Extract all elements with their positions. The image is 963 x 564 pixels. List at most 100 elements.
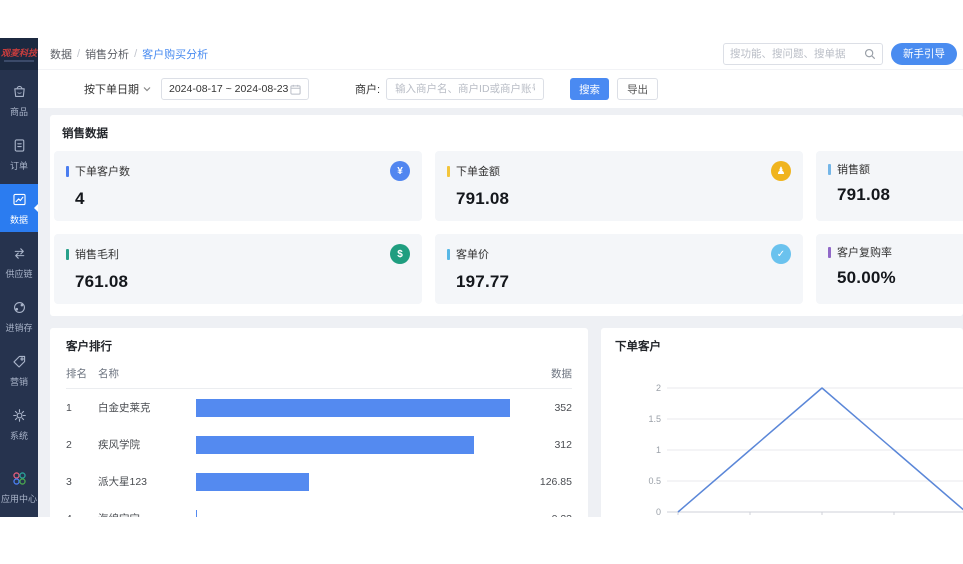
value-bar (196, 510, 197, 518)
ranking-row-2: 2 疾风学院 312 (66, 426, 572, 463)
guide-button[interactable]: 新手引导 (891, 43, 957, 65)
stat-label: 下单金额 (456, 163, 500, 179)
merchant-label: 商户: (355, 81, 380, 97)
breadcrumb-sales-analysis[interactable]: 销售分析 (85, 46, 129, 62)
ranking-row-4: 4 海绵宝宝 0.23 (66, 500, 572, 517)
date-range-picker[interactable]: 2024-08-17 ~ 2024-08-23 (161, 78, 309, 100)
stat-accent-bar (66, 249, 69, 260)
customer-value: 126.85 (510, 476, 572, 488)
gear-icon (11, 407, 28, 429)
export-button[interactable]: 导出 (617, 78, 658, 100)
customer-value: 312 (510, 439, 572, 451)
sidebar-item-gear[interactable]: 系统 (0, 400, 38, 448)
rank-number: 2 (66, 439, 98, 451)
content-area: 销售数据 下单客户数 ¥ 4 下单金额 ♟ 791.08 销售额 791.08 … (38, 108, 963, 517)
customer-ranking-title: 客户排行 (66, 338, 572, 354)
rank-number: 1 (66, 402, 98, 414)
sidebar-item-tag[interactable]: 营销 (0, 346, 38, 394)
doc-check-icon: ✓ (771, 244, 791, 264)
rank-number: 3 (66, 476, 98, 488)
date-type-dropdown[interactable]: 按下单日期 (84, 81, 151, 97)
stat-value: 761.08 (75, 272, 410, 292)
stat-accent-bar (828, 164, 831, 175)
chevron-down-icon (143, 86, 151, 92)
y-axis-tick-label: 0.5 (648, 476, 661, 486)
sidebar-item-supply-arrows[interactable]: 供应链 (0, 238, 38, 286)
stat-value: 4 (75, 189, 410, 209)
stat-label: 下单客户数 (75, 163, 130, 179)
date-type-label: 按下单日期 (84, 81, 139, 97)
breadcrumb-current-page: 客户购买分析 (142, 46, 208, 62)
sidebar-item-label: 应用中心 (1, 492, 37, 505)
calendar-icon[interactable] (290, 84, 301, 95)
brand-logo-underline (4, 60, 34, 62)
stat-card-2: 销售额 791.08 (816, 151, 963, 221)
brand-logo: 观麦科技 (0, 38, 38, 70)
search-icon[interactable] (864, 48, 876, 60)
search-button[interactable]: 搜索 (570, 78, 609, 100)
chart-icon (11, 191, 28, 213)
filter-bar: 按下单日期 2024-08-17 ~ 2024-08-23 商户: 搜索 导出 (38, 70, 963, 108)
stat-value: 50.00% (837, 268, 963, 288)
sidebar-item-label: 商品 (10, 105, 28, 118)
y-axis-tick-label: 2 (656, 383, 661, 393)
stat-value: 791.08 (456, 189, 791, 209)
customer-value: 0.23 (510, 513, 572, 518)
stat-card-5: 客户复购率 50.00% (816, 234, 963, 304)
bar-track (196, 399, 510, 417)
sidebar-item-label: 数据 (10, 213, 28, 226)
stat-accent-bar (447, 249, 450, 260)
stat-label: 客单价 (456, 246, 489, 262)
sidebar-item-label: 营销 (10, 375, 28, 388)
sidebar-item-share-nodes[interactable]: 进销存 (0, 292, 38, 340)
customer-name: 白金史莱克 (98, 400, 196, 415)
customer-ranking-section: 客户排行 排名 名称 数据 1 白金史莱克 3522 疾风学院 3123 派大星… (50, 328, 588, 517)
customer-name: 派大星123 (98, 474, 196, 489)
money-bag-icon: $ (390, 244, 410, 264)
merchant-search-input[interactable] (386, 78, 544, 100)
bag-icon (11, 83, 28, 105)
breadcrumb: 数据 / 销售分析 / 客户购买分析 (50, 46, 208, 62)
customer-value: 352 (510, 402, 572, 414)
global-search-input[interactable] (730, 48, 864, 60)
y-axis-tick-label: 1 (656, 445, 661, 455)
order-doc-icon (11, 137, 28, 159)
app-window: 观麦科技 商品订单数据供应链进销存营销系统 应用中心 数据 / 销售分析 / 客… (0, 38, 963, 517)
date-range-value: 2024-08-17 ~ 2024-08-23 (169, 83, 288, 95)
y-axis-tick-label: 0 (656, 507, 661, 517)
stat-card-1: 下单金额 ♟ 791.08 (435, 151, 803, 221)
customer-name: 疾风学院 (98, 437, 196, 452)
rank-column-header: 排名 (66, 366, 98, 381)
brand-logo-text: 观麦科技 (1, 46, 37, 59)
stat-value: 197.77 (456, 272, 791, 292)
ranking-table-header: 排名 名称 数据 (66, 354, 572, 389)
stat-accent-bar (447, 166, 450, 177)
value-bar (196, 436, 474, 454)
stat-accent-bar (828, 247, 831, 258)
ranking-row-1: 1 白金史莱克 352 (66, 389, 572, 426)
sidebar-item-bag[interactable]: 商品 (0, 76, 38, 124)
tag-icon (11, 353, 28, 375)
breadcrumb-data[interactable]: 数据 (50, 46, 72, 62)
global-search-box[interactable] (723, 43, 883, 65)
yuan-icon: ¥ (390, 161, 410, 181)
breadcrumb-separator: / (134, 48, 137, 60)
sidebar-item-label: 进销存 (5, 321, 32, 334)
name-column-header: 名称 (98, 366, 196, 381)
sidebar-item-label: 供应链 (5, 267, 32, 280)
stat-label: 客户复购率 (837, 244, 892, 260)
stat-card-grid: 下单客户数 ¥ 4 下单金额 ♟ 791.08 销售额 791.08 销售毛利 … (54, 151, 963, 304)
sidebar-item-chart[interactable]: 数据 (0, 184, 38, 232)
order-customer-line-chart: 00.511.522024-08-172024-08-182024-08-192… (615, 366, 963, 517)
bar-track (196, 473, 510, 491)
sidebar: 观麦科技 商品订单数据供应链进销存营销系统 应用中心 (0, 38, 38, 517)
sales-data-section: 销售数据 下单客户数 ¥ 4 下单金额 ♟ 791.08 销售额 791.08 … (50, 115, 963, 316)
order-customer-chart-title: 下单客户 (615, 338, 963, 354)
sales-data-title: 销售数据 (62, 125, 951, 141)
sidebar-item-order-doc[interactable]: 订单 (0, 130, 38, 178)
stat-card-4: 客单价 ✓ 197.77 (435, 234, 803, 304)
value-bar (196, 399, 510, 417)
main-area: 数据 / 销售分析 / 客户购买分析 新手引导 按下单日期 (38, 38, 963, 517)
value-column-header: 数据 (510, 366, 572, 381)
sidebar-item-apps-grid[interactable]: 应用中心 (0, 463, 38, 511)
